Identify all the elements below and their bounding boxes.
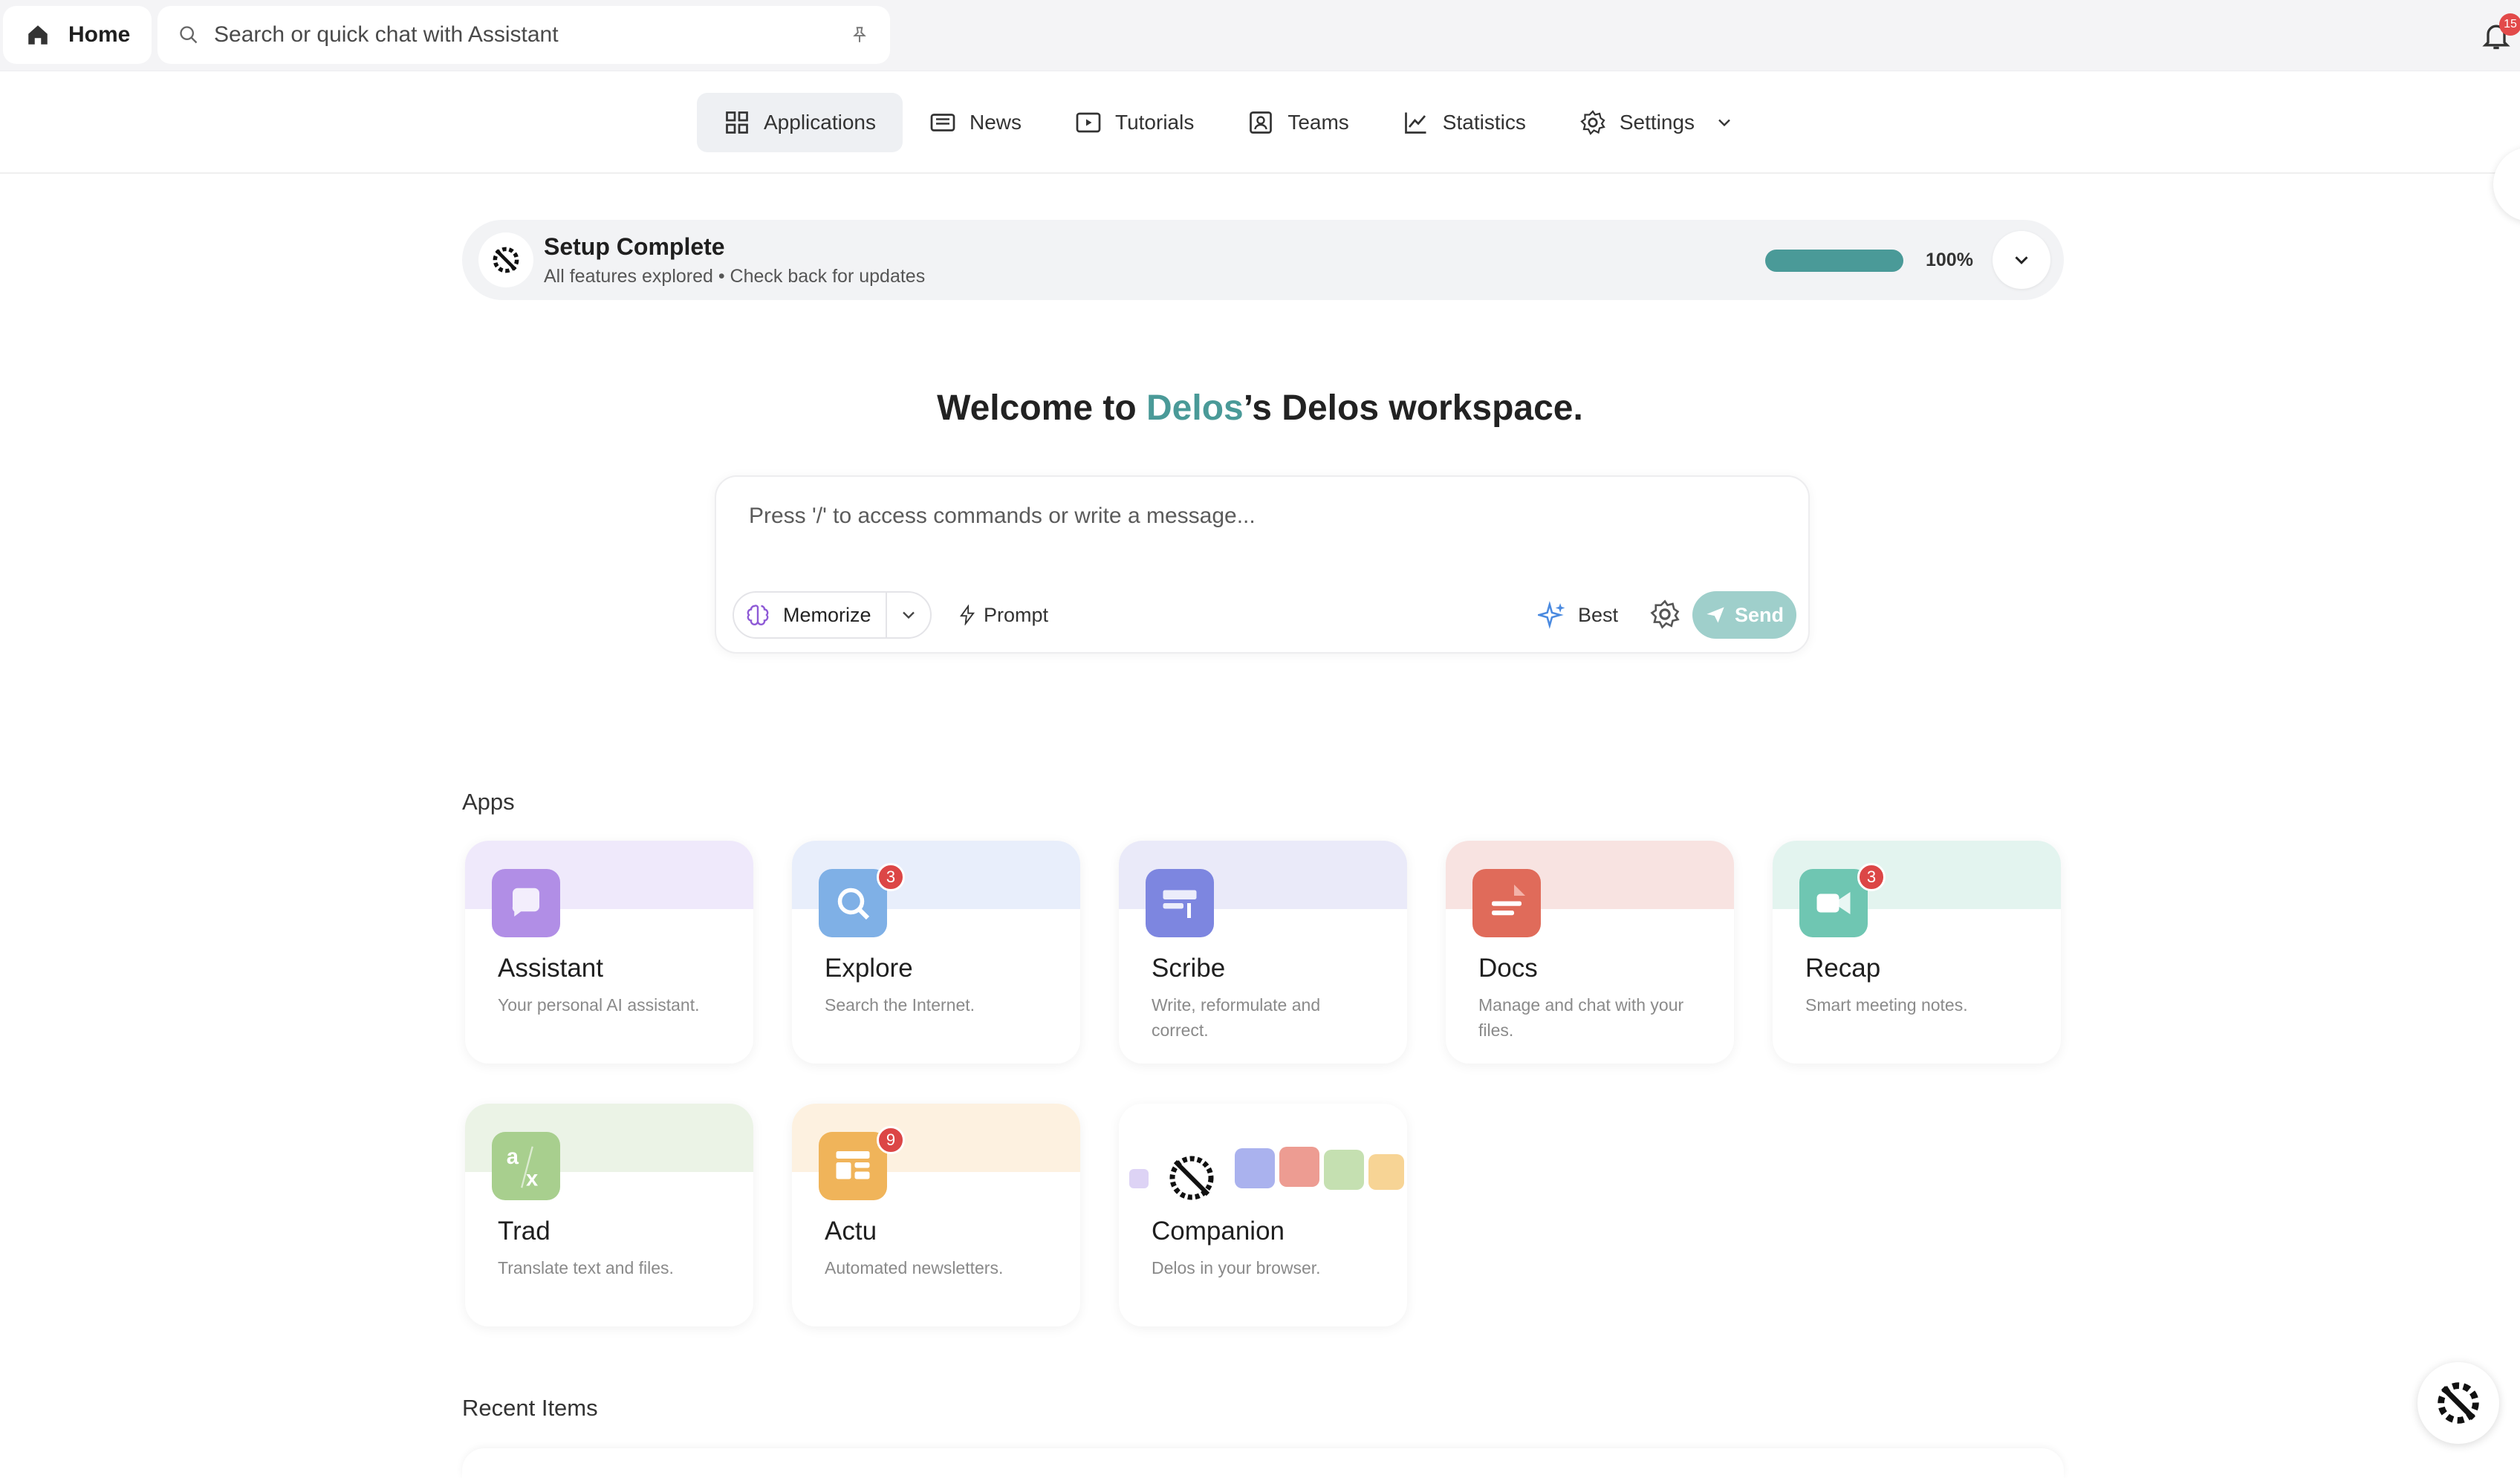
app-description: Automated newsletters. — [825, 1258, 1004, 1277]
tab-applications[interactable]: Applications — [697, 93, 903, 152]
home-label: Home — [68, 22, 131, 47]
tab-teams[interactable]: Teams — [1221, 93, 1375, 152]
app-card-companion[interactable]: Companion Delos in your browser. — [1119, 1104, 1407, 1326]
tab-news[interactable]: News — [903, 93, 1048, 152]
app-name: Trad — [498, 1217, 551, 1246]
app-card-actu[interactable]: 9 Actu Automated newsletters. — [792, 1104, 1080, 1326]
app-name: Docs — [1478, 954, 1538, 983]
companion-app-collage-icon — [1129, 1145, 1404, 1206]
tab-label: Statistics — [1442, 111, 1526, 134]
setup-subtitle: All features explored • Check back for u… — [544, 266, 926, 287]
chevron-down-icon — [903, 611, 915, 619]
app-card-docs[interactable]: Docs Manage and chat with your files. — [1446, 841, 1734, 1064]
composer-placeholder: Press '/' to access commands or write a … — [749, 504, 1256, 528]
memorize-button[interactable]: Memorize — [734, 593, 887, 637]
delos-logo-icon — [2438, 1382, 2479, 1424]
welcome-heading: Welcome to Delos’s Delos workspace. — [0, 388, 2520, 429]
home-tab[interactable]: Home — [3, 6, 152, 64]
apps-section-title: Apps — [462, 789, 515, 815]
team-icon — [1250, 111, 1273, 134]
app-name: Recap — [1805, 954, 1881, 983]
translate-icon: ax — [492, 1132, 560, 1200]
app-card-recap[interactable]: 3 Recap Smart meeting notes. — [1773, 841, 2061, 1064]
svg-text:x: x — [526, 1167, 538, 1191]
welcome-prefix: Welcome to — [937, 388, 1146, 428]
sparkle-icon — [1538, 601, 1565, 629]
tab-label: Applications — [764, 111, 876, 134]
app-card-explore[interactable]: 3 Explore Search the Internet. — [792, 841, 1080, 1064]
welcome-org-name: Delos — [1146, 388, 1244, 428]
setup-title: Setup Complete — [544, 233, 725, 260]
app-description: Delos in your browser. — [1152, 1258, 1321, 1277]
app-description: Smart meeting notes. — [1805, 995, 1968, 1015]
main-nav: Applications News Tutorials Teams Statis… — [0, 71, 2520, 221]
setup-progress-bar — [1765, 250, 1903, 272]
app-description: Manage and chat with your files. — [1478, 995, 1684, 1040]
welcome-suffix: ’s Delos workspace. — [1243, 388, 1583, 428]
send-button[interactable]: Send — [1692, 591, 1796, 639]
pin-icon[interactable] — [850, 25, 869, 45]
gear-icon — [1580, 110, 1605, 135]
notification-badge: 3 — [877, 863, 905, 891]
side-panel-toggle[interactable] — [2493, 147, 2520, 221]
floating-assistant-button[interactable] — [2417, 1362, 2499, 1444]
lightning-icon — [960, 605, 975, 625]
brain-icon — [747, 605, 769, 625]
tab-statistics[interactable]: Statistics — [1376, 93, 1553, 152]
delos-logo-icon — [478, 232, 533, 287]
app-description: Write, reformulate and correct. — [1152, 995, 1321, 1040]
document-icon — [1472, 869, 1541, 937]
tab-label: Teams — [1287, 111, 1349, 134]
svg-text:a: a — [507, 1145, 519, 1169]
notification-badge: 9 — [877, 1126, 905, 1154]
video-icon — [1076, 112, 1101, 133]
tab-label: News — [969, 111, 1022, 134]
app-name: Scribe — [1152, 954, 1226, 983]
model-label: Best — [1578, 603, 1619, 626]
app-description: Your personal AI assistant. — [498, 995, 700, 1015]
chart-icon — [1404, 112, 1426, 134]
prompt-button[interactable]: Prompt — [957, 594, 1048, 636]
search-placeholder: Search or quick chat with Assistant — [214, 22, 559, 47]
chevron-down-icon — [2015, 256, 2028, 264]
grid-icon — [726, 111, 748, 134]
send-icon — [1706, 607, 1724, 623]
top-bar: Home Search or quick chat with Assistant… — [0, 0, 2520, 71]
app-card-trad[interactable]: ax Trad Translate text and files. — [465, 1104, 753, 1326]
scribe-icon — [1146, 869, 1214, 937]
recent-items-title: Recent Items — [462, 1395, 598, 1421]
setup-expand-button[interactable] — [1993, 231, 2050, 289]
newspaper-icon — [930, 114, 955, 131]
recent-items-panel — [462, 1448, 2064, 1478]
app-description: Translate text and files. — [498, 1258, 674, 1277]
app-description: Search the Internet. — [825, 995, 975, 1015]
memorize-dropdown[interactable] — [887, 605, 930, 625]
setup-progress-label: 100% — [1926, 250, 1973, 270]
memorize-toggle[interactable]: Memorize — [733, 591, 932, 639]
memorize-label: Memorize — [783, 603, 871, 626]
send-label: Send — [1734, 603, 1784, 626]
composer-settings-icon[interactable] — [1649, 599, 1680, 630]
app-name: Actu — [825, 1217, 877, 1246]
notification-badge: 3 — [1857, 863, 1886, 891]
app-name: Explore — [825, 954, 913, 983]
tab-label: Tutorials — [1115, 111, 1195, 134]
app-name: Assistant — [498, 954, 603, 983]
chevron-down-icon — [1718, 119, 1730, 127]
search-input[interactable]: Search or quick chat with Assistant — [158, 6, 890, 64]
prompt-label: Prompt — [984, 603, 1049, 626]
tab-label: Settings — [1619, 111, 1695, 134]
setup-banner: Setup Complete All features explored • C… — [462, 220, 2064, 300]
tab-settings[interactable]: Settings — [1553, 93, 1761, 152]
message-composer[interactable]: Press '/' to access commands or write a … — [715, 475, 1810, 654]
chat-bubble-icon — [492, 869, 560, 937]
model-selector[interactable]: Best — [1538, 594, 1618, 636]
tab-tutorials[interactable]: Tutorials — [1048, 93, 1221, 152]
home-icon — [28, 25, 48, 45]
app-name: Companion — [1152, 1217, 1285, 1246]
search-icon — [180, 26, 198, 44]
app-card-scribe[interactable]: Scribe Write, reformulate and correct. — [1119, 841, 1407, 1064]
notification-badge: 15 — [2499, 13, 2520, 36]
app-card-assistant[interactable]: Assistant Your personal AI assistant. — [465, 841, 753, 1064]
